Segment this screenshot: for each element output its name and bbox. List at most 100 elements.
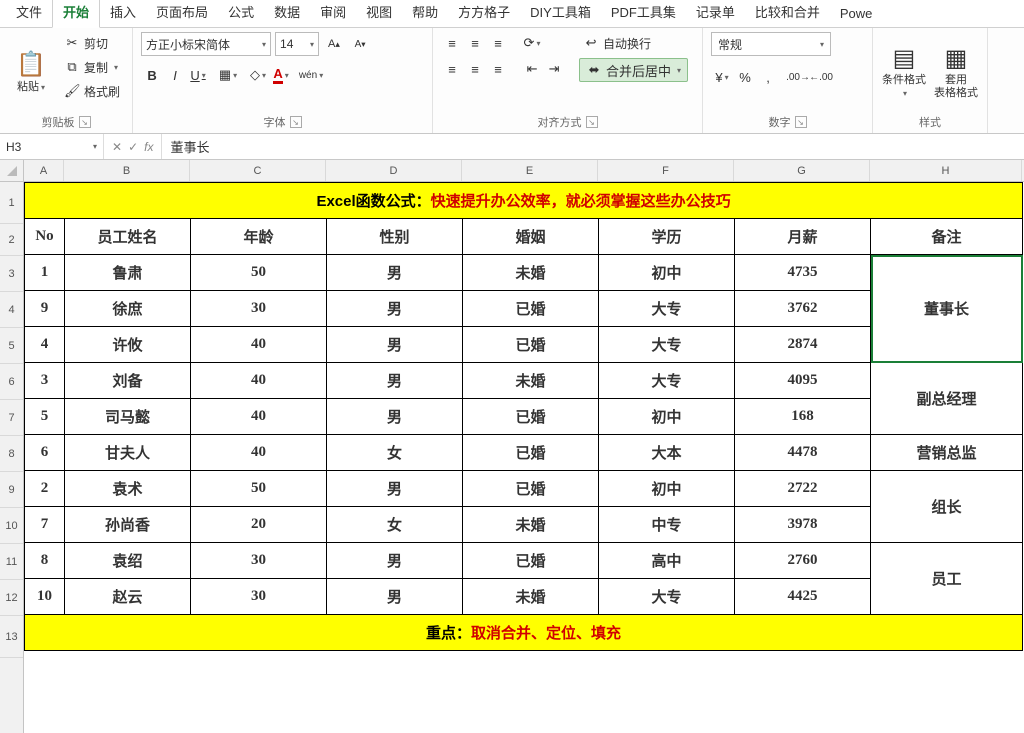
data-cell[interactable]: 1 xyxy=(25,255,65,291)
ribbon-tab-11[interactable]: PDF工具集 xyxy=(601,0,686,27)
data-cell[interactable]: 已婚 xyxy=(463,471,599,507)
ribbon-tab-4[interactable]: 公式 xyxy=(218,0,264,27)
data-cell[interactable]: 徐庶 xyxy=(65,291,191,327)
data-cell[interactable]: 40 xyxy=(191,399,327,435)
data-cell[interactable]: 4 xyxy=(25,327,65,363)
header-cell[interactable]: No xyxy=(25,219,65,255)
clipboard-launcher[interactable]: ↘ xyxy=(79,116,91,128)
data-cell[interactable]: 大本 xyxy=(599,435,735,471)
currency-button[interactable]: ¥▾ xyxy=(711,66,733,88)
data-cell[interactable]: 初中 xyxy=(599,255,735,291)
data-cell[interactable]: 司马懿 xyxy=(65,399,191,435)
footer-cell[interactable]: 重点：取消合并、定位、填充 xyxy=(25,615,1023,651)
format-painter-button[interactable]: 🖌格式刷 xyxy=(60,80,124,102)
data-cell[interactable]: 赵云 xyxy=(65,579,191,615)
data-cell[interactable]: 许攸 xyxy=(65,327,191,363)
data-cell[interactable]: 2760 xyxy=(735,543,871,579)
col-header-D[interactable]: D xyxy=(326,160,462,181)
ribbon-tab-1[interactable]: 开始 xyxy=(52,0,100,28)
data-cell[interactable]: 大专 xyxy=(599,579,735,615)
data-cell[interactable]: 刘备 xyxy=(65,363,191,399)
data-cell[interactable]: 初中 xyxy=(599,471,735,507)
data-cell[interactable]: 男 xyxy=(327,291,463,327)
col-header-E[interactable]: E xyxy=(462,160,598,181)
row-header-7[interactable]: 7 xyxy=(0,400,23,436)
data-cell[interactable]: 未婚 xyxy=(463,363,599,399)
data-cell[interactable]: 大专 xyxy=(599,327,735,363)
data-cell[interactable]: 40 xyxy=(191,363,327,399)
row-header-6[interactable]: 6 xyxy=(0,364,23,400)
row-header-10[interactable]: 10 xyxy=(0,508,23,544)
header-cell[interactable]: 月薪 xyxy=(735,219,871,255)
fx-button[interactable]: fx xyxy=(144,140,153,154)
decrease-decimal-button[interactable]: ←.00 xyxy=(810,66,832,88)
data-cell[interactable]: 40 xyxy=(191,327,327,363)
col-header-C[interactable]: C xyxy=(190,160,326,181)
data-cell[interactable]: 4478 xyxy=(735,435,871,471)
data-cell[interactable]: 中专 xyxy=(599,507,735,543)
increase-font-button[interactable]: A▴ xyxy=(323,33,345,55)
row-header-4[interactable]: 4 xyxy=(0,292,23,328)
data-cell[interactable]: 男 xyxy=(327,543,463,579)
decrease-font-button[interactable]: A▾ xyxy=(349,33,371,55)
confirm-formula-button[interactable]: ✓ xyxy=(128,140,138,154)
ribbon-tab-3[interactable]: 页面布局 xyxy=(146,0,218,27)
align-left-button[interactable]: ≡ xyxy=(441,58,463,80)
wrap-text-button[interactable]: ↩自动换行 xyxy=(579,32,688,54)
font-color-button[interactable]: A▾ xyxy=(270,64,292,86)
formula-input[interactable]: 董事长 xyxy=(162,134,1024,159)
data-cell[interactable]: 2 xyxy=(25,471,65,507)
ribbon-tab-5[interactable]: 数据 xyxy=(264,0,310,27)
header-cell[interactable]: 性别 xyxy=(327,219,463,255)
data-cell[interactable]: 6 xyxy=(25,435,65,471)
paste-button[interactable]: 📋 粘贴▾ xyxy=(8,32,54,110)
data-cell[interactable]: 高中 xyxy=(599,543,735,579)
ribbon-tab-8[interactable]: 帮助 xyxy=(402,0,448,27)
remark-cell[interactable]: 营销总监 xyxy=(871,435,1023,471)
col-header-B[interactable]: B xyxy=(64,160,190,181)
row-header-3[interactable]: 3 xyxy=(0,256,23,292)
header-cell[interactable]: 学历 xyxy=(599,219,735,255)
ribbon-tab-12[interactable]: 记录单 xyxy=(686,0,745,27)
col-header-A[interactable]: A xyxy=(24,160,64,181)
percent-button[interactable]: % xyxy=(734,66,756,88)
col-header-F[interactable]: F xyxy=(598,160,734,181)
data-cell[interactable]: 5 xyxy=(25,399,65,435)
data-cell[interactable]: 大专 xyxy=(599,363,735,399)
data-cell[interactable]: 4735 xyxy=(735,255,871,291)
number-format-select[interactable]: 常规▾ xyxy=(711,32,831,56)
align-launcher[interactable]: ↘ xyxy=(586,116,598,128)
data-cell[interactable]: 男 xyxy=(327,579,463,615)
format-table-button[interactable]: ▦套用 表格格式 xyxy=(933,32,979,110)
row-header-13[interactable]: 13 xyxy=(0,616,23,658)
data-cell[interactable]: 男 xyxy=(327,399,463,435)
remark-cell[interactable]: 副总经理 xyxy=(871,363,1023,435)
align-center-button[interactable]: ≡ xyxy=(464,58,486,80)
data-cell[interactable]: 袁绍 xyxy=(65,543,191,579)
copy-button[interactable]: ⧉复制▾ xyxy=(60,56,124,78)
comma-button[interactable]: , xyxy=(757,66,779,88)
data-cell[interactable]: 3 xyxy=(25,363,65,399)
align-top-button[interactable]: ≡ xyxy=(441,32,463,54)
ribbon-tab-6[interactable]: 审阅 xyxy=(310,0,356,27)
data-cell[interactable]: 男 xyxy=(327,363,463,399)
header-cell[interactable]: 备注 xyxy=(871,219,1023,255)
remark-cell[interactable]: 组长 xyxy=(871,471,1023,543)
col-header-G[interactable]: G xyxy=(734,160,870,181)
data-cell[interactable]: 袁术 xyxy=(65,471,191,507)
orientation-button[interactable]: ⟳▾ xyxy=(521,32,543,54)
data-cell[interactable]: 30 xyxy=(191,291,327,327)
data-cell[interactable]: 4425 xyxy=(735,579,871,615)
data-cell[interactable]: 10 xyxy=(25,579,65,615)
row-header-2[interactable]: 2 xyxy=(0,224,23,256)
border-button[interactable]: ▦▾ xyxy=(217,64,239,86)
data-cell[interactable]: 女 xyxy=(327,435,463,471)
header-cell[interactable]: 婚姻 xyxy=(463,219,599,255)
data-cell[interactable]: 9 xyxy=(25,291,65,327)
data-cell[interactable]: 8 xyxy=(25,543,65,579)
col-header-H[interactable]: H xyxy=(870,160,1022,181)
merge-center-button[interactable]: ⬌合并后居中▾ xyxy=(579,58,688,82)
fill-color-button[interactable]: ◇▾ xyxy=(247,64,269,86)
row-header-1[interactable]: 1 xyxy=(0,182,23,224)
data-cell[interactable]: 男 xyxy=(327,255,463,291)
